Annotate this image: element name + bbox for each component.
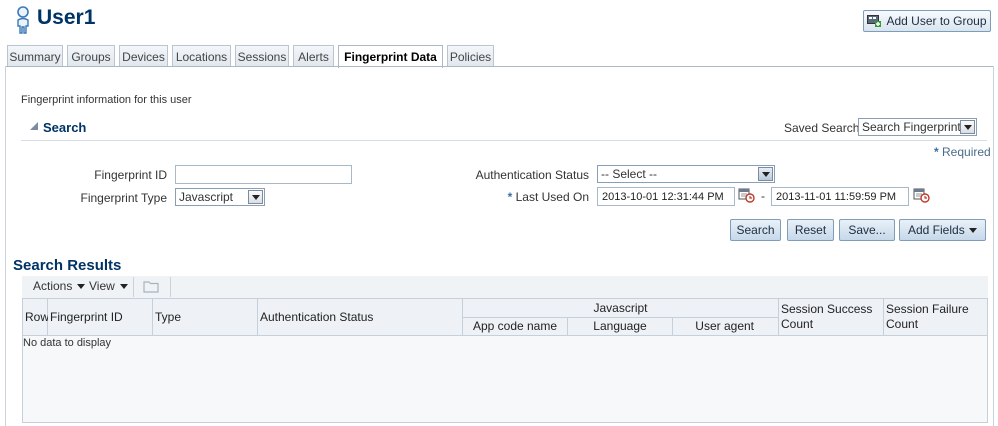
user-icon xyxy=(14,6,32,34)
fingerprint-id-label: Fingerprint ID xyxy=(94,168,167,182)
results-table: Row Fingerprint ID Type Authentication S… xyxy=(22,298,988,423)
chevron-down-icon[interactable] xyxy=(248,190,263,204)
saved-search-select[interactable]: Search Fingerprints xyxy=(858,118,977,136)
info-text: Fingerprint information for this user xyxy=(21,94,192,106)
required-note: * Required xyxy=(934,145,991,159)
toolbar-separator xyxy=(170,277,171,297)
saved-search-label: Saved Search xyxy=(784,121,860,135)
tab-locations[interactable]: Locations xyxy=(172,45,231,67)
fingerprint-type-label: Fingerprint Type xyxy=(80,191,168,205)
fingerprint-type-value: Javascript xyxy=(179,190,234,204)
chevron-down-icon xyxy=(77,283,86,289)
column-header-fingerprint-id[interactable]: Fingerprint ID xyxy=(48,299,153,335)
toolbar-separator xyxy=(133,277,134,297)
chevron-down-icon xyxy=(969,228,977,233)
chevron-down-icon[interactable] xyxy=(758,167,773,181)
date-range-separator: - xyxy=(761,189,765,203)
saved-search-value: Search Fingerprints xyxy=(862,120,967,134)
actions-menu[interactable]: Actions xyxy=(33,279,86,293)
search-results-title: Search Results xyxy=(13,257,122,274)
auth-status-label: Authentication Status xyxy=(475,168,589,182)
chevron-down-icon xyxy=(119,283,128,289)
auth-status-select[interactable]: -- Select -- xyxy=(597,165,775,183)
column-header-auth-status[interactable]: Authentication Status xyxy=(258,299,463,335)
column-header-user-agent[interactable]: User agent xyxy=(673,317,779,335)
folder-icon[interactable] xyxy=(143,280,160,293)
calendar-icon[interactable] xyxy=(738,187,755,203)
required-star: * xyxy=(507,190,513,204)
fingerprint-id-input[interactable] xyxy=(175,165,352,184)
header-divider xyxy=(23,335,987,336)
save-button[interactable]: Save... xyxy=(839,219,895,241)
view-label: View xyxy=(89,279,115,293)
column-header-language[interactable]: Language xyxy=(568,317,673,335)
column-header-row[interactable]: Row xyxy=(23,299,49,335)
search-divider xyxy=(21,140,987,141)
last-used-label: * Last Used On xyxy=(440,190,589,204)
add-fields-label: Add Fields xyxy=(908,223,965,237)
column-header-app-code-name[interactable]: App code name xyxy=(463,317,568,335)
add-group-icon xyxy=(867,14,882,28)
tab-summary[interactable]: Summary xyxy=(7,45,63,67)
last-used-label-text: Last Used On xyxy=(515,190,589,204)
tab-groups[interactable]: Groups xyxy=(67,45,115,67)
auth-status-value: -- Select -- xyxy=(601,167,658,181)
column-header-session-failure[interactable]: Session Failure Count xyxy=(884,299,987,335)
fingerprint-type-select[interactable]: Javascript xyxy=(175,188,265,206)
collapse-triangle-icon[interactable] xyxy=(30,122,38,130)
tab-devices[interactable]: Devices xyxy=(119,45,168,67)
no-data-message: No data to display xyxy=(23,337,112,349)
search-button[interactable]: Search xyxy=(730,219,781,241)
actions-label: Actions xyxy=(33,279,73,293)
column-group-javascript: Javascript xyxy=(463,299,779,317)
add-user-to-group-label: Add User to Group xyxy=(886,14,987,28)
view-menu[interactable]: View xyxy=(89,279,128,293)
calendar-icon[interactable] xyxy=(913,187,930,203)
add-user-to-group-button[interactable]: Add User to Group xyxy=(863,10,991,32)
add-fields-button[interactable]: Add Fields xyxy=(899,219,986,241)
tab-fingerprint-data[interactable]: Fingerprint Data xyxy=(338,45,443,68)
page-title: User1 xyxy=(37,6,96,29)
required-label: Required xyxy=(942,145,991,159)
reset-button[interactable]: Reset xyxy=(787,219,834,241)
column-header-type[interactable]: Type xyxy=(153,299,258,335)
last-used-from-input[interactable]: 2013-10-01 12:31:44 PM xyxy=(597,187,735,206)
column-header-session-success[interactable]: Session Success Count xyxy=(779,299,884,335)
tab-sessions[interactable]: Sessions xyxy=(235,45,289,67)
tab-alerts[interactable]: Alerts xyxy=(293,45,334,67)
required-star: * xyxy=(934,145,939,159)
chevron-down-icon[interactable] xyxy=(960,120,975,134)
search-section-title[interactable]: Search xyxy=(43,120,86,135)
last-used-to-input[interactable]: 2013-11-01 11:59:59 PM xyxy=(771,187,909,206)
tab-policies[interactable]: Policies xyxy=(447,45,494,67)
results-toolbar xyxy=(22,276,988,298)
